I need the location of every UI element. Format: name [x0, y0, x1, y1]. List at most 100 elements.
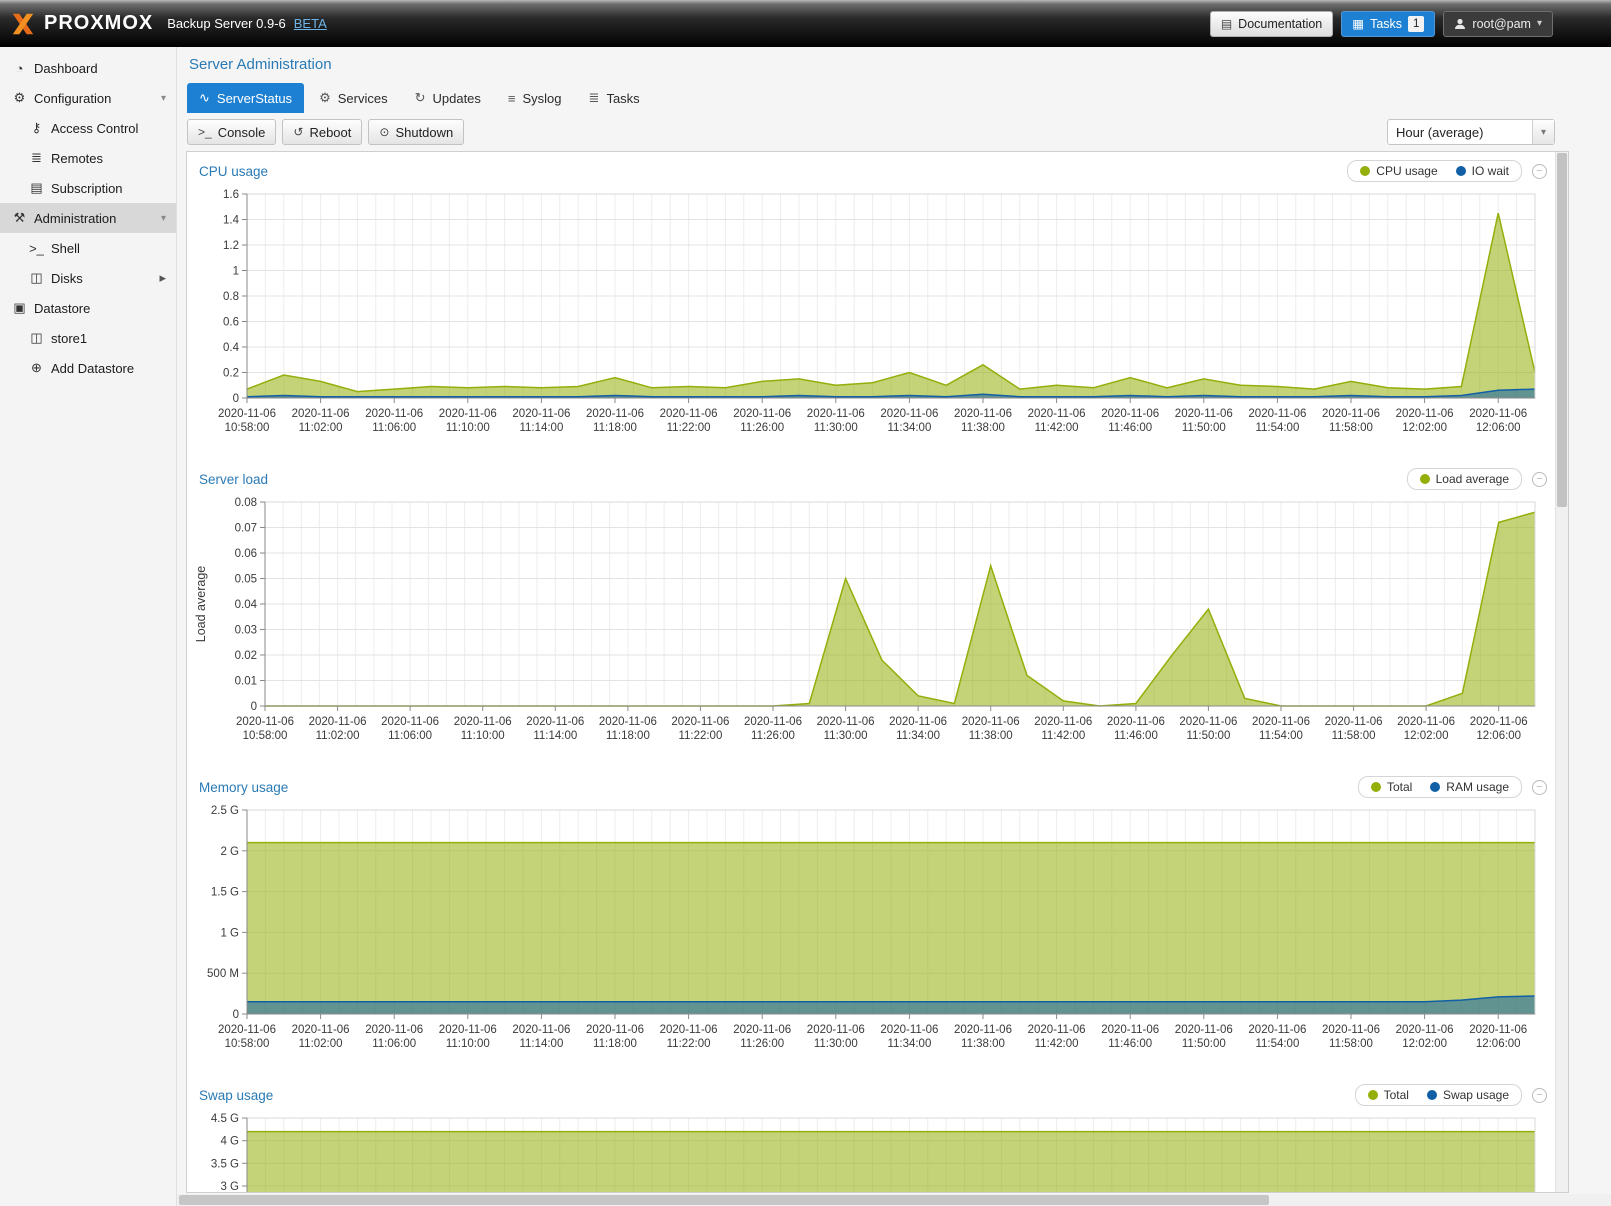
- console-button[interactable]: >_ Console: [187, 119, 276, 145]
- svg-text:0.04: 0.04: [235, 599, 258, 611]
- svg-text:11:02:00: 11:02:00: [316, 730, 360, 742]
- svg-text:2020-11-06: 2020-11-06: [1101, 1024, 1159, 1036]
- svg-text:11:02:00: 11:02:00: [299, 1038, 343, 1050]
- proxmox-x-icon: [10, 11, 36, 37]
- tab-label: Syslog: [523, 91, 562, 106]
- sidebar-item-remotes[interactable]: ≣ Remotes: [0, 143, 176, 173]
- svg-text:2020-11-06: 2020-11-06: [439, 1024, 497, 1036]
- legend-dot: [1420, 474, 1430, 484]
- svg-text:2020-11-06: 2020-11-06: [880, 408, 938, 420]
- cpu-usage-section: CPU usage CPU usage IO wait −: [187, 152, 1555, 444]
- horizontal-scrollbar-thumb[interactable]: [179, 1195, 1269, 1205]
- collapse-panel-icon[interactable]: −: [1532, 472, 1547, 487]
- vertical-scrollbar-thumb[interactable]: [1557, 153, 1567, 507]
- svg-text:2020-11-06: 2020-11-06: [733, 1024, 791, 1036]
- documentation-label: Documentation: [1238, 17, 1322, 31]
- svg-text:11:50:00: 11:50:00: [1186, 730, 1230, 742]
- tasks-icon: ▦: [1352, 16, 1364, 31]
- sidebar-item-administration[interactable]: ⚒ Administration ▾: [0, 203, 176, 233]
- svg-text:0: 0: [233, 1009, 239, 1021]
- legend-label: Total: [1384, 1088, 1409, 1102]
- task-list-icon: ≣: [589, 90, 600, 106]
- svg-text:2020-11-06: 2020-11-06: [526, 716, 584, 728]
- dropdown-caret-icon[interactable]: ▾: [1532, 120, 1554, 144]
- tab-updates[interactable]: ↻ Updates: [403, 83, 493, 113]
- sidebar-item-label: Remotes: [51, 151, 103, 166]
- sidebar-item-subscription[interactable]: ▤ Subscription: [0, 173, 176, 203]
- collapse-panel-icon[interactable]: −: [1532, 780, 1547, 795]
- sidebar-item-dashboard[interactable]: ◔ Dashboard: [0, 53, 176, 83]
- legend-item: Total: [1371, 780, 1412, 794]
- toolbar: >_ Console ↺ Reboot ⊙ Shutdown Hour (ave…: [177, 113, 1611, 151]
- sidebar-item-access-control[interactable]: ⚷ Access Control: [0, 113, 176, 143]
- sidebar-item-label: Access Control: [51, 121, 138, 136]
- svg-text:2020-11-06: 2020-11-06: [660, 408, 718, 420]
- refresh-icon: ↻: [415, 90, 426, 106]
- reboot-button[interactable]: ↺ Reboot: [282, 119, 362, 145]
- svg-text:2020-11-06: 2020-11-06: [1101, 408, 1159, 420]
- svg-text:2020-11-06: 2020-11-06: [1470, 716, 1528, 728]
- sidebar-item-label: Shell: [51, 241, 80, 256]
- legend: Total RAM usage: [1358, 776, 1522, 798]
- legend-dot: [1360, 166, 1370, 176]
- legend-label: Swap usage: [1443, 1088, 1509, 1102]
- sidebar-item-shell[interactable]: >_ Shell: [0, 233, 176, 263]
- sidebar-item-label: Subscription: [51, 181, 123, 196]
- svg-text:10:58:00: 10:58:00: [225, 422, 270, 434]
- svg-text:10:58:00: 10:58:00: [225, 1038, 270, 1050]
- sidebar-item-add-datastore[interactable]: ⊕ Add Datastore: [0, 353, 176, 383]
- svg-text:0.02: 0.02: [235, 650, 257, 662]
- page-title-text: Server Administration: [189, 56, 332, 73]
- list-icon: ≡: [508, 91, 516, 106]
- collapse-panel-icon[interactable]: −: [1532, 1088, 1547, 1103]
- expander-right-icon[interactable]: ▸: [159, 270, 166, 286]
- tab-services[interactable]: ⚙ Services: [307, 83, 400, 113]
- user-icon: [1454, 18, 1466, 30]
- svg-text:2020-11-06: 2020-11-06: [807, 408, 865, 420]
- tab-serverstatus[interactable]: ∿ ServerStatus: [187, 83, 304, 113]
- svg-text:0.07: 0.07: [235, 523, 257, 535]
- svg-text:11:38:00: 11:38:00: [961, 422, 1005, 434]
- memory-usage-header: Memory usage Total RAM usage −: [187, 768, 1555, 800]
- expander-down-icon[interactable]: ▾: [161, 213, 166, 224]
- svg-text:2020-11-06: 2020-11-06: [954, 408, 1012, 420]
- legend-item: Load average: [1420, 472, 1509, 486]
- tab-tasks[interactable]: ≣ Tasks: [577, 83, 652, 113]
- tasks-button[interactable]: ▦ Tasks 1: [1341, 11, 1435, 37]
- legend-item: IO wait: [1456, 164, 1509, 178]
- charts-scroll-area: CPU usage CPU usage IO wait −: [187, 152, 1555, 1192]
- beta-link[interactable]: BETA: [294, 16, 327, 31]
- book-icon: ▤: [1221, 17, 1232, 31]
- svg-text:2020-11-06: 2020-11-06: [1397, 716, 1455, 728]
- legend: Total Swap usage: [1355, 1084, 1522, 1106]
- sidebar-item-datastore[interactable]: ▣ Datastore: [0, 293, 176, 323]
- expander-down-icon[interactable]: ▾: [161, 93, 166, 104]
- legend-label: CPU usage: [1376, 164, 1437, 178]
- horizontal-scrollbar[interactable]: [177, 1194, 1611, 1206]
- swap-usage-section: Swap usage Total Swap usage −: [187, 1076, 1555, 1192]
- vertical-scrollbar[interactable]: [1555, 152, 1568, 1192]
- time-range-select[interactable]: Hour (average) ▾: [1387, 119, 1555, 145]
- svg-text:2020-11-06: 2020-11-06: [1028, 408, 1086, 420]
- sidebar-item-label: Datastore: [34, 301, 90, 316]
- tasks-label: Tasks: [1370, 17, 1402, 31]
- documentation-button[interactable]: ▤ Documentation: [1210, 11, 1333, 37]
- collapse-panel-icon[interactable]: −: [1532, 164, 1547, 179]
- legend-dot: [1427, 1090, 1437, 1100]
- svg-text:11:06:00: 11:06:00: [372, 422, 416, 434]
- svg-text:2020-11-06: 2020-11-06: [1175, 408, 1233, 420]
- tab-syslog[interactable]: ≡ Syslog: [496, 83, 574, 113]
- cpu-usage-header: CPU usage CPU usage IO wait −: [187, 152, 1555, 184]
- sidebar-item-configuration[interactable]: ⚙ Configuration ▾: [0, 83, 176, 113]
- shutdown-button[interactable]: ⊙ Shutdown: [368, 119, 464, 145]
- svg-text:12:02:00: 12:02:00: [1402, 1038, 1447, 1050]
- svg-text:12:06:00: 12:06:00: [1476, 730, 1521, 742]
- svg-text:2020-11-06: 2020-11-06: [236, 716, 294, 728]
- database-icon: ◫: [27, 330, 46, 346]
- archive-icon: ▣: [10, 300, 29, 316]
- sidebar-item-disks[interactable]: ◫ Disks ▸: [0, 263, 176, 293]
- sidebar-item-store1[interactable]: ◫ store1: [0, 323, 176, 353]
- time-range-value: Hour (average): [1388, 125, 1532, 140]
- user-menu-button[interactable]: root@pam ▾: [1443, 11, 1553, 37]
- svg-text:2020-11-06: 2020-11-06: [744, 716, 802, 728]
